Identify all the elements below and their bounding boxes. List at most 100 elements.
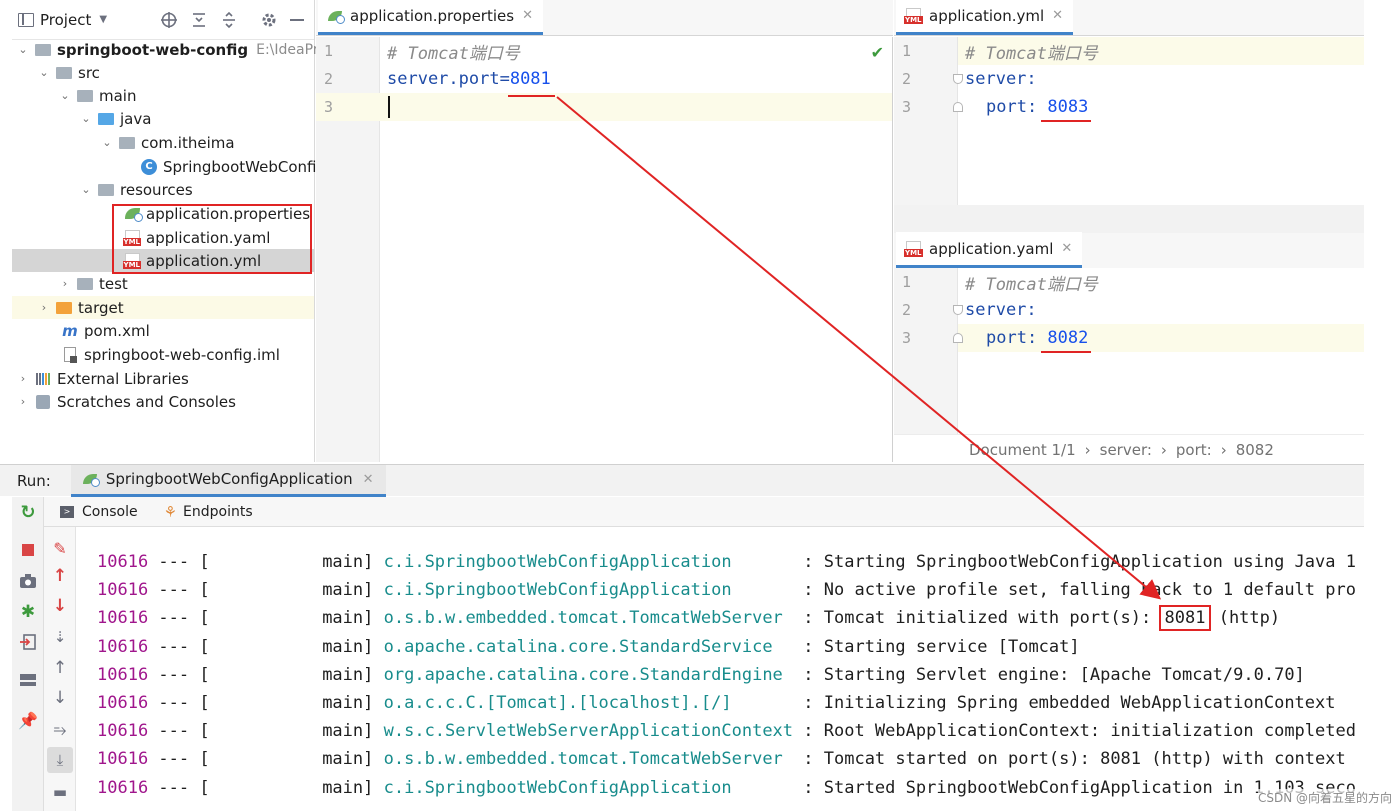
tree-row-java[interactable]: ⌄ java xyxy=(12,107,314,130)
log-logger[interactable]: c.i.SpringbootWebConfigApplication xyxy=(384,552,732,572)
gear-icon[interactable] xyxy=(260,11,278,29)
fold-marker-icon[interactable] xyxy=(953,74,963,84)
project-view-icon[interactable] xyxy=(18,12,34,27)
yml-editor[interactable]: 1 2 3 # Tomcat端口号 server: port: 8083 xyxy=(894,37,1364,205)
project-view-title[interactable]: Project xyxy=(40,11,91,29)
inspection-ok-check-icon[interactable]: ✔ xyxy=(871,43,884,62)
chevron-right-icon[interactable]: › xyxy=(16,395,30,409)
chevron-right-icon[interactable]: › xyxy=(37,301,51,315)
project-panel: Project ▼ ⌄ springboot-web-config E:\Ide… xyxy=(12,0,339,462)
expand-all-icon[interactable] xyxy=(191,11,207,29)
log-logger[interactable]: o.apache.catalina.core.StandardService xyxy=(384,637,773,657)
log-pid: 10616 xyxy=(97,778,149,798)
close-tab-icon[interactable]: ✕ xyxy=(522,8,533,23)
view-selector-chevron-icon[interactable]: ▼ xyxy=(99,14,107,25)
stop-icon[interactable] xyxy=(17,539,39,561)
log-logger[interactable]: c.i.SpringbootWebConfigApplication xyxy=(384,580,732,600)
scroll-down-icon[interactable]: ↓ xyxy=(49,687,71,709)
breadcrumb-server[interactable]: server: xyxy=(1100,441,1152,459)
tab-application-yaml[interactable]: application.yaml ✕ xyxy=(896,232,1083,268)
log-pad xyxy=(732,778,804,798)
scroll-to-end-icon[interactable]: ⤓ xyxy=(47,747,73,773)
config-files-highlight-box xyxy=(112,204,312,274)
log-logger[interactable]: o.a.c.c.C.[Tomcat].[localhost].[/] xyxy=(384,693,732,713)
fold-marker-icon[interactable] xyxy=(953,305,963,315)
tree-label-java: java xyxy=(120,109,152,128)
breadcrumb-port[interactable]: port: xyxy=(1176,441,1212,459)
tree-row-package[interactable]: ⌄ com.itheima xyxy=(12,131,314,154)
log-logger[interactable]: org.apache.catalina.core.StandardEngine xyxy=(384,665,783,685)
log-pad xyxy=(793,721,803,741)
main-editor-code[interactable]: # Tomcat端口号 server.port= 8081 ✔ xyxy=(380,37,892,462)
sort-icon[interactable]: ⇣ xyxy=(49,626,71,648)
log-logger[interactable]: o.s.b.w.embedded.tomcat.TomcatWebServer xyxy=(384,749,783,769)
log-thread: main] xyxy=(209,552,374,572)
tree-row-app-class[interactable]: C SpringbootWebConfi xyxy=(12,155,316,178)
breadcrumb-value[interactable]: 8082 xyxy=(1236,441,1274,459)
rerun-icon[interactable]: ↻ xyxy=(17,501,39,523)
soft-wrap-icon[interactable]: ⥱ xyxy=(49,719,71,741)
tree-row-src[interactable]: ⌄ src xyxy=(12,61,314,84)
log-logger[interactable]: c.i.SpringbootWebConfigApplication xyxy=(384,778,732,798)
down-stack-icon[interactable]: ↓ xyxy=(49,595,71,617)
breadcrumb-document[interactable]: Document 1/1 xyxy=(969,441,1076,459)
log-logger[interactable]: w.s.c.ServletWebServerApplicationContext xyxy=(384,721,793,741)
tab-console[interactable]: > Console xyxy=(60,504,138,520)
line-number: 3 xyxy=(324,98,334,116)
tab-application-yaml-label: application.yaml xyxy=(929,239,1054,258)
scratches-icon xyxy=(36,394,50,409)
yaml-editor[interactable]: 1 2 3 # Tomcat端口号 server: port: 8082 xyxy=(894,268,1364,434)
print-icon[interactable]: ▬ xyxy=(49,781,71,803)
tree-label-target: target xyxy=(78,298,124,317)
close-tab-icon[interactable]: ✕ xyxy=(363,472,374,487)
collapse-all-icon[interactable] xyxy=(221,11,237,29)
tab-endpoints[interactable]: ⚘ Endpoints xyxy=(164,503,253,521)
tree-row-external-libraries[interactable]: › External Libraries xyxy=(12,367,314,390)
tab-application-yml[interactable]: application.yml ✕ xyxy=(896,0,1074,35)
editor-split-divider[interactable] xyxy=(894,205,1364,234)
locate-icon[interactable] xyxy=(160,11,178,29)
log-sep: --- [ xyxy=(148,608,210,628)
chevron-down-icon[interactable]: ⌄ xyxy=(79,183,93,197)
chevron-down-icon[interactable]: ⌄ xyxy=(79,112,93,126)
log-logger[interactable]: o.s.b.w.embedded.tomcat.TomcatWebServer xyxy=(384,608,783,628)
debug-bug-icon[interactable]: ✱ xyxy=(17,601,39,623)
libraries-icon xyxy=(36,372,50,385)
run-config-tab[interactable]: SpringbootWebConfigApplication ✕ xyxy=(70,464,386,497)
tree-row-pom[interactable]: m pom.xml xyxy=(12,319,314,342)
console-toolbar: ✎ ↑ ↓ ⇣ ↑ ↓ ⥱ ⤓ ▬ xyxy=(44,527,76,811)
tree-row-resources[interactable]: ⌄ resources xyxy=(12,178,314,201)
clear-edit-icon[interactable]: ✎ xyxy=(49,537,71,559)
log-pad xyxy=(773,637,804,657)
tree-row-scratches[interactable]: › Scratches and Consoles xyxy=(12,390,314,413)
main-editor[interactable]: 1 2 3 # Tomcat端口号 server.port=8081 ✔ 3 xyxy=(316,37,893,462)
tab-application-properties[interactable]: application.properties ✕ xyxy=(318,0,543,35)
hide-panel-icon[interactable] xyxy=(290,19,304,21)
chevron-right-icon[interactable]: › xyxy=(58,277,72,291)
chevron-down-icon[interactable]: ⌄ xyxy=(37,66,51,80)
fold-end-marker-icon[interactable] xyxy=(953,102,963,112)
chevron-down-icon[interactable]: ⌄ xyxy=(58,89,72,103)
tree-row-main[interactable]: ⌄ main xyxy=(12,84,314,107)
chevron-right-icon[interactable]: › xyxy=(16,372,30,386)
tree-row-project-root[interactable]: ⌄ springboot-web-config E:\IdeaProje xyxy=(12,38,339,61)
chevron-down-icon[interactable]: ⌄ xyxy=(16,43,30,57)
up-stack-icon[interactable]: ↑ xyxy=(49,565,71,587)
property-value: 8081 xyxy=(509,69,551,89)
scroll-up-icon[interactable]: ↑ xyxy=(49,657,71,679)
log-thread: main] xyxy=(209,665,374,685)
resources-folder-icon xyxy=(98,183,114,196)
pin-icon[interactable]: 📌 xyxy=(17,709,39,731)
tree-row-test[interactable]: › test xyxy=(12,272,314,295)
console-output[interactable]: 10616 --- [ main] c.i.SpringbootWebConfi… xyxy=(76,527,1364,811)
chevron-down-icon[interactable]: ⌄ xyxy=(100,136,114,150)
log-pid: 10616 xyxy=(97,693,149,713)
tree-row-target[interactable]: › target xyxy=(12,296,314,319)
layout-icon[interactable] xyxy=(17,669,39,691)
exit-icon[interactable] xyxy=(17,631,39,653)
close-tab-icon[interactable]: ✕ xyxy=(1052,8,1063,23)
tree-row-iml[interactable]: springboot-web-config.iml xyxy=(12,343,314,366)
camera-icon[interactable] xyxy=(17,570,39,592)
fold-end-marker-icon[interactable] xyxy=(953,333,963,343)
close-tab-icon[interactable]: ✕ xyxy=(1061,241,1072,256)
